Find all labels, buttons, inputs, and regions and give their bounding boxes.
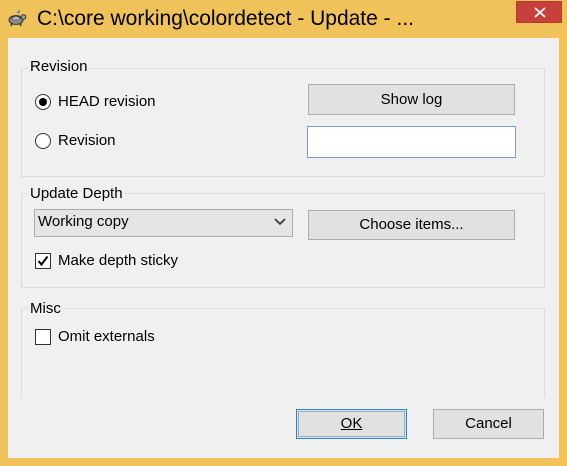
- chevron-down-icon: [274, 218, 286, 226]
- head-revision-radio[interactable]: [35, 94, 51, 110]
- show-log-button[interactable]: Show log: [308, 84, 515, 115]
- checkmark-icon: [37, 255, 49, 267]
- revision-number-input[interactable]: [307, 126, 516, 158]
- revision-label[interactable]: Revision: [58, 132, 116, 150]
- head-revision-label[interactable]: HEAD revision: [58, 93, 156, 111]
- dialog-button-bar: OK Cancel: [8, 398, 559, 458]
- omit-externals-label[interactable]: Omit externals: [58, 328, 155, 346]
- misc-group-label: Misc: [28, 300, 63, 318]
- cancel-button[interactable]: Cancel: [433, 409, 544, 439]
- depth-select[interactable]: Working copy: [34, 209, 293, 237]
- ok-button-label: OK: [340, 415, 363, 432]
- update-depth-group-label: Update Depth: [28, 185, 125, 203]
- title-bar[interactable]: C:\core working\colordetect - Update - .…: [0, 0, 567, 38]
- revision-group-label: Revision: [28, 58, 90, 76]
- ok-button[interactable]: OK: [296, 409, 407, 439]
- revision-radio[interactable]: [35, 133, 51, 149]
- dialog-client-area: Revision HEAD revision Revision Show log…: [8, 38, 559, 398]
- radio-dot: [39, 98, 47, 106]
- window-title: C:\core working\colordetect - Update - .…: [37, 7, 414, 30]
- update-depth-group: [21, 193, 545, 288]
- make-depth-sticky-checkbox[interactable]: [35, 253, 51, 269]
- make-depth-sticky-label[interactable]: Make depth sticky: [58, 252, 178, 270]
- close-icon: [534, 7, 546, 18]
- depth-select-value: Working copy: [38, 213, 129, 230]
- omit-externals-checkbox[interactable]: [35, 329, 51, 345]
- choose-items-button[interactable]: Choose items...: [308, 210, 515, 240]
- tortoise-svn-icon[interactable]: [7, 8, 27, 28]
- close-button[interactable]: [516, 1, 562, 23]
- misc-group: [21, 308, 545, 398]
